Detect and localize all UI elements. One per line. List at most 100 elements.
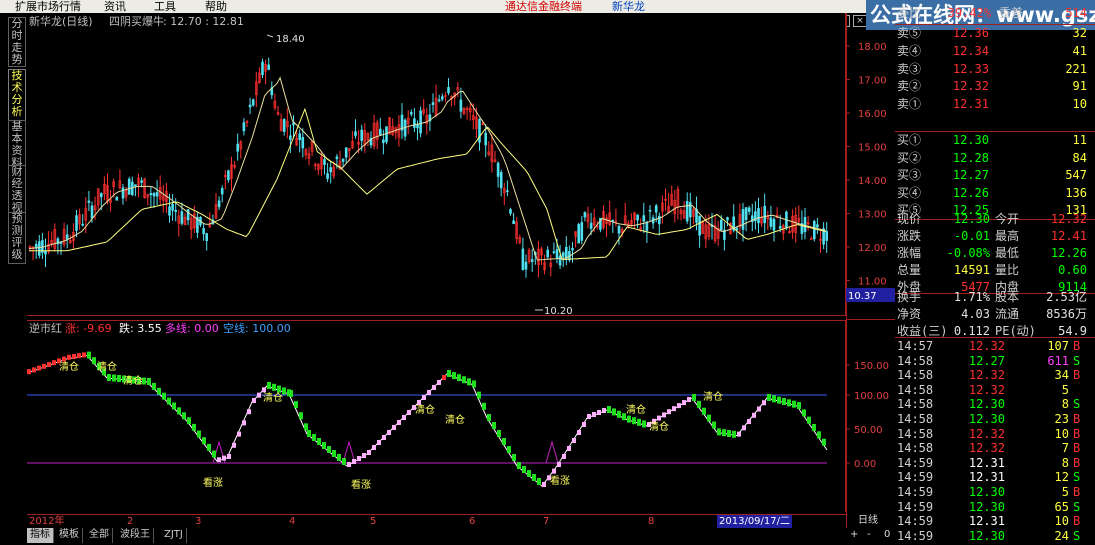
indicator-block xyxy=(732,430,736,438)
quote-cell: 12.31 xyxy=(952,97,989,112)
indicator-block xyxy=(517,462,521,469)
indicator-block xyxy=(632,417,636,425)
price-tick-label: 15.00 xyxy=(858,143,887,154)
indicator-block xyxy=(442,375,446,380)
bottom-tab-zjtj[interactable]: ZJTJ xyxy=(161,528,187,543)
left-tab-bar: 分时走势 技术分析 基本资料 财经透视 预测评级 xyxy=(0,13,27,528)
price-tick-label: 17.00 xyxy=(858,76,887,87)
indicator-block xyxy=(197,430,201,438)
price-tick-label: 16.00 xyxy=(858,109,887,120)
candle-body xyxy=(657,215,661,225)
indicator-block xyxy=(687,397,691,403)
indicator-block xyxy=(272,383,276,391)
tab-forecast-rating[interactable]: 预测评级 xyxy=(8,212,26,264)
candle-body xyxy=(44,250,47,255)
indicator-block xyxy=(702,407,706,415)
tick-row: 14:59 12.30 24 S xyxy=(895,528,1095,545)
indicator-chart[interactable]: 逆市红 涨: -9.69 跌: 3.55 多线: 0.00 空线: 100.00… xyxy=(26,320,846,512)
candle-body xyxy=(149,193,153,196)
candle-body xyxy=(227,170,230,181)
indicator-block xyxy=(572,438,576,443)
candle-body xyxy=(685,201,689,222)
candle-body xyxy=(747,207,751,212)
indicator-block xyxy=(477,391,481,399)
indicator-block xyxy=(357,456,361,461)
kline-chart[interactable]: 新华龙(日线) 四阴买爆牛 : 12.70 : 12.81 18.40 10.2… xyxy=(27,13,846,317)
candle-body xyxy=(382,139,385,144)
buy-level-row: 买③ 12.27 547 xyxy=(895,167,1095,184)
date-label-may: 5 xyxy=(370,516,377,527)
candle-body xyxy=(127,178,131,195)
indicator-block xyxy=(782,398,786,405)
quote-cell: 总量 xyxy=(897,263,922,277)
bottom-tab-wave-king[interactable]: 波段王 xyxy=(117,528,154,543)
candle-body xyxy=(772,218,776,231)
indicator-block xyxy=(497,430,501,437)
bottom-tab-indicator[interactable]: 指标 xyxy=(27,528,54,543)
indicator-block xyxy=(797,402,801,409)
indicator-block xyxy=(557,462,561,467)
candle-body xyxy=(763,205,767,224)
indicator-block xyxy=(247,409,251,415)
indicator-block xyxy=(692,394,696,401)
sell-level-row: 卖⑤ 12.36 32 xyxy=(895,25,1095,42)
indicator-block xyxy=(742,425,746,431)
indicator-block xyxy=(207,443,211,451)
candle-body xyxy=(698,215,701,236)
indicator-block xyxy=(802,409,806,417)
tab-intraday[interactable]: 分时走势 xyxy=(8,17,26,67)
candle-body xyxy=(561,252,565,257)
indicator-block xyxy=(612,408,616,416)
candle-body xyxy=(769,217,773,227)
indicator-block xyxy=(587,414,591,419)
quote-cell: 卖⑤ xyxy=(897,26,922,40)
indicator-block xyxy=(452,372,456,380)
buy-level-row: 买④ 12.26 136 xyxy=(895,185,1095,202)
indicator-block xyxy=(447,370,451,377)
candle-body xyxy=(816,224,819,228)
indicator-block xyxy=(192,423,196,431)
date-label-year: 2012年 xyxy=(29,516,65,527)
fundamental-row: 换手 1.71% 股本 2.53亿 xyxy=(895,289,1095,306)
tab-technical-analysis[interactable]: 技术分析 xyxy=(8,69,26,121)
indicator-block xyxy=(72,354,76,359)
indicator-block xyxy=(337,454,341,461)
indicator-block xyxy=(682,400,686,406)
menu-item-help[interactable]: 帮助 xyxy=(205,0,227,13)
bottom-tab-all[interactable]: 全部 xyxy=(86,528,113,543)
kline-chart-panel[interactable]: 新华龙(日线) 四阴买爆牛 : 12.70 : 12.81 18.40 10.2… xyxy=(27,13,846,317)
indicator-block xyxy=(62,356,66,362)
zoom-in-button[interactable]: + xyxy=(850,528,858,542)
candle-body xyxy=(90,205,94,219)
indicator-block xyxy=(327,446,331,453)
indicator-tick-label: 100.00 xyxy=(854,391,889,402)
candle-body xyxy=(688,202,692,218)
kline-background xyxy=(27,13,846,316)
tab-finance-perspective[interactable]: 财经透视 xyxy=(8,165,26,215)
candle-body xyxy=(583,212,587,218)
quote-cell: 委比 xyxy=(897,6,922,20)
quote-cell: S xyxy=(1073,528,1081,543)
indicator-panel[interactable]: 逆市红 涨: -9.69 跌: 3.55 多线: 0.00 空线: 100.00… xyxy=(26,320,846,512)
indicator-block xyxy=(812,424,816,431)
quote-cell: 涨跌 xyxy=(897,229,922,243)
menu-item-tools[interactable]: 工具 xyxy=(154,0,176,13)
quote-cell: 14:59 xyxy=(897,528,934,543)
indicator-block xyxy=(362,453,366,458)
menu-item-news[interactable]: 资讯 xyxy=(104,0,126,13)
candle-body xyxy=(589,222,593,229)
indicator-block xyxy=(637,418,641,426)
candle-body xyxy=(301,137,305,149)
zoom-reset-button[interactable]: 0 xyxy=(884,528,890,542)
clear-position-label: 清仓 xyxy=(649,420,669,433)
indicator-block xyxy=(322,442,326,449)
candle-body xyxy=(484,132,488,146)
tab-fundamentals[interactable]: 基本资料 xyxy=(8,120,26,170)
clear-position-label: 清仓 xyxy=(626,403,646,416)
period-label[interactable]: 日线 xyxy=(858,514,878,528)
candle-body xyxy=(521,248,525,271)
indicator-block xyxy=(392,425,396,430)
menu-item-extended-market[interactable]: 扩展市场行情 xyxy=(15,0,81,13)
zoom-out-button[interactable]: - xyxy=(867,528,871,542)
bottom-tab-template[interactable]: 模板 xyxy=(56,528,83,543)
